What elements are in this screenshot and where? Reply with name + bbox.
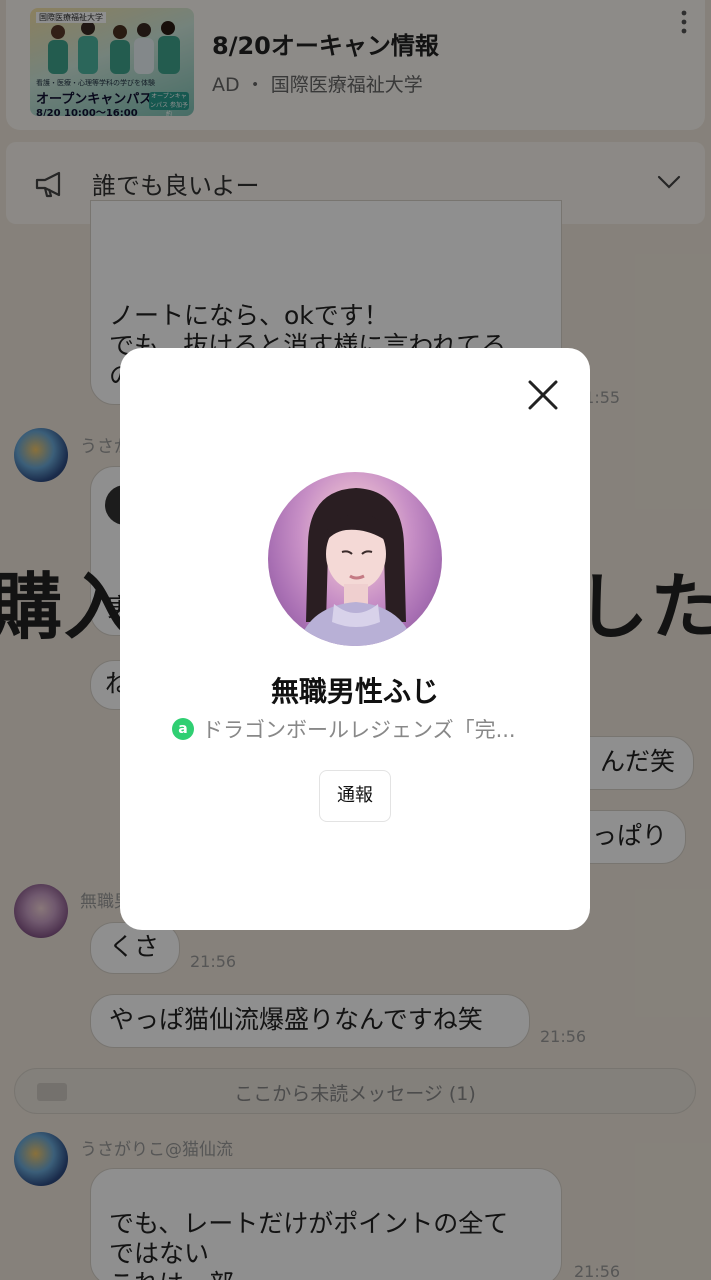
openchat-badge-icon: a (172, 718, 194, 740)
close-icon[interactable] (526, 378, 560, 412)
profile-modal: 無職男性ふじ a ドラゴンボールレジェンズ「完... 通報 (120, 348, 590, 930)
profile-status-text: ドラゴンボールレジェンズ「完... (202, 718, 516, 742)
profile-status: a ドラゴンボールレジェンズ「完... (172, 714, 532, 742)
chat-screen: 国際医療福祉大学 看護・医療・心理等学科の学びを体験 オープンキャンパス 8/2… (0, 0, 711, 1280)
report-button[interactable]: 通報 (319, 770, 391, 822)
profile-name: 無職男性ふじ (270, 675, 439, 708)
profile-portrait-image (298, 488, 414, 646)
profile-photo[interactable] (268, 472, 442, 646)
